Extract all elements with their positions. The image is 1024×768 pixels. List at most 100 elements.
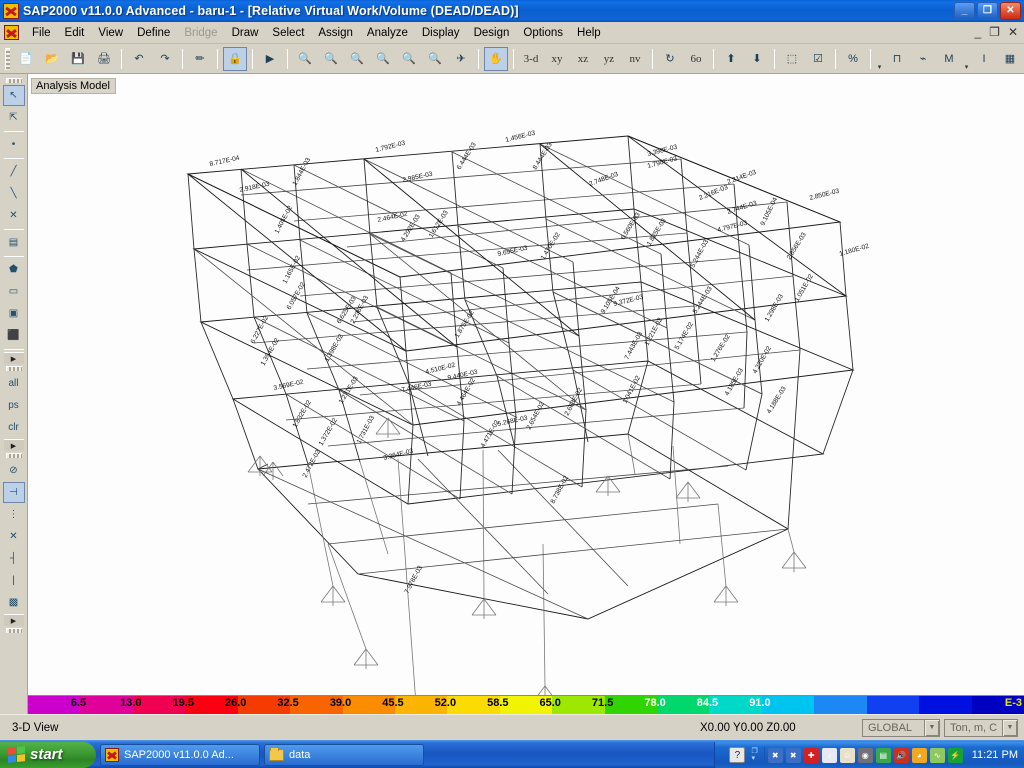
open-file-icon[interactable]: 📂: [40, 47, 64, 71]
side-toolbar-grip[interactable]: [5, 628, 22, 633]
quick-draw-area-icon[interactable]: ▣: [3, 303, 25, 324]
sunglasses-icon[interactable]: ◕: [911, 747, 927, 763]
contour-fill-icon[interactable]: ▦: [998, 47, 1022, 71]
taskbar-item-data[interactable]: data: [264, 743, 424, 766]
moment-diagram-icon[interactable]: M: [937, 47, 961, 71]
disc-icon[interactable]: ◉: [857, 747, 873, 763]
save-icon[interactable]: 💾: [66, 47, 90, 71]
snap-to-midpoint-icon[interactable]: ┤: [3, 548, 25, 569]
move-down-level-icon[interactable]: ⬇: [745, 47, 769, 71]
power-icon[interactable]: ⚡: [947, 747, 963, 763]
menu-item-file[interactable]: File: [25, 25, 58, 41]
side-toolbar-grip[interactable]: [5, 78, 22, 83]
maximize-button[interactable]: ❐: [977, 2, 998, 20]
clear-selection-label[interactable]: clr: [3, 417, 25, 438]
frame-member-force-icon[interactable]: ⊓: [885, 47, 909, 71]
mdi-close-button[interactable]: ✕: [1008, 25, 1018, 39]
mdi-minimize-button[interactable]: _: [974, 25, 981, 39]
draw-solid-icon[interactable]: ⬛: [3, 325, 25, 346]
snap-to-line-end-icon[interactable]: |: [3, 570, 25, 591]
zoom-out-one-step-icon[interactable]: 🔍: [397, 47, 421, 71]
print-icon[interactable]: 🖨: [92, 47, 116, 71]
view-xy-button[interactable]: xy: [545, 47, 569, 71]
view-nv-button[interactable]: nv: [623, 47, 647, 71]
quick-draw-brace-icon[interactable]: ✕: [3, 205, 25, 226]
side-toolbar-expander[interactable]: ▶: [3, 439, 24, 451]
text-display-icon[interactable]: I: [972, 47, 996, 71]
color-legend-bar[interactable]: 6.5 13.0 19.5 26.0 32.5 39.0 45.5 52.0 58.5 65.0 7…: [28, 695, 1024, 714]
mdi-app-icon[interactable]: [4, 25, 19, 40]
toolbar-grip[interactable]: [5, 47, 10, 70]
menu-item-draw[interactable]: Draw: [225, 25, 266, 41]
rotate-3d-view-icon[interactable]: ↻: [658, 47, 682, 71]
minimize-button[interactable]: _: [954, 2, 975, 20]
rubber-band-zoom-icon[interactable]: 🔍: [293, 47, 317, 71]
draw-joint-icon[interactable]: •: [3, 134, 25, 155]
view-xz-button[interactable]: xz: [571, 47, 595, 71]
restore-full-view-icon[interactable]: 🔍: [319, 47, 343, 71]
new-model-icon[interactable]: 📄: [14, 47, 38, 71]
move-up-level-icon[interactable]: ⬆: [719, 47, 743, 71]
model-viewport[interactable]: Analysis Model .fr { stroke:#1a1a1a; str…: [28, 74, 1024, 714]
chevron-down-icon[interactable]: ▼: [1002, 719, 1017, 736]
close-button[interactable]: ✕: [1000, 2, 1021, 20]
units-dropdown[interactable]: Ton, m, C ▼: [944, 718, 1018, 737]
scanner-icon[interactable]: ▤: [875, 747, 891, 763]
system-clock[interactable]: 11:21 PM: [972, 749, 1018, 761]
menu-item-edit[interactable]: Edit: [58, 25, 92, 41]
redo-icon[interactable]: ↷: [153, 47, 177, 71]
network-disconnected-icon[interactable]: ✖: [767, 747, 783, 763]
menu-item-analyze[interactable]: Analyze: [360, 25, 415, 41]
menu-item-options[interactable]: Options: [516, 25, 570, 41]
show-percent-icon[interactable]: %: [841, 47, 865, 71]
chevron-down-icon[interactable]: ▼: [924, 719, 939, 736]
help-icon[interactable]: ?: [729, 747, 746, 763]
pan-icon[interactable]: ✋: [484, 46, 508, 71]
view-yz-button[interactable]: yz: [597, 47, 621, 71]
undo-icon[interactable]: ↶: [127, 47, 151, 71]
side-toolbar-grip[interactable]: [5, 453, 22, 458]
menu-item-assign[interactable]: Assign: [311, 25, 360, 41]
cable-icon[interactable]: ∿: [929, 747, 945, 763]
select-all-label[interactable]: all: [3, 373, 25, 394]
select-all-icon[interactable]: ⬚: [780, 47, 804, 71]
tray-expander-icon[interactable]: ❐ ▾: [751, 748, 757, 762]
set-default-3d-view-icon[interactable]: 🔍: [423, 47, 447, 71]
menu-item-select[interactable]: Select: [265, 25, 311, 41]
toolbar-overflow-icon[interactable]: ▾: [875, 47, 884, 71]
draw-rectangular-area-icon[interactable]: ▭: [3, 281, 25, 302]
quick-draw-secondary-beam-icon[interactable]: ▤: [3, 232, 25, 253]
get-previous-selection-label[interactable]: ps: [3, 395, 25, 416]
draw-frame-cable-icon[interactable]: ╱: [3, 161, 25, 182]
taskbar-item-sap2000[interactable]: SAP2000 v11.0.0 Ad...: [100, 743, 260, 766]
menu-item-display[interactable]: Display: [415, 25, 467, 41]
volume-icon[interactable]: 🔊: [893, 747, 909, 763]
perspective-glasses-icon[interactable]: 6o: [684, 47, 708, 71]
side-toolbar-grip[interactable]: [5, 366, 22, 371]
quick-draw-frame-icon[interactable]: ╲: [3, 183, 25, 204]
run-analysis-icon[interactable]: ▶: [258, 47, 282, 71]
refresh-window-icon[interactable]: ✏: [188, 47, 212, 71]
network-disconnected-2-icon[interactable]: ✖: [785, 747, 801, 763]
start-button[interactable]: start: [0, 741, 96, 768]
menu-item-help[interactable]: Help: [570, 25, 608, 41]
deformed-shape-icon[interactable]: ⌁: [911, 47, 935, 71]
snap-to-point-icon[interactable]: ⊣: [2, 482, 25, 503]
menu-item-view[interactable]: View: [91, 25, 130, 41]
deselect-lines-icon[interactable]: ⊘: [3, 460, 25, 481]
perspective-toggle-icon[interactable]: ✈: [449, 47, 473, 71]
coordinate-system-dropdown[interactable]: GLOBAL ▼: [862, 718, 940, 737]
mdi-restore-button[interactable]: ❐: [989, 25, 1000, 39]
toolbar-overflow-icon[interactable]: ▾: [962, 47, 971, 71]
snap-to-intersection-icon[interactable]: ✕: [3, 526, 25, 547]
media-player-icon[interactable]: ♪: [821, 747, 837, 763]
zoom-in-one-step-icon[interactable]: 🔍: [371, 47, 395, 71]
pointer-select-icon[interactable]: ↖: [2, 85, 25, 106]
assign-to-group-icon[interactable]: ☑: [806, 47, 830, 71]
reshape-element-icon[interactable]: ⇱: [3, 107, 25, 128]
draw-poly-area-icon[interactable]: ⬟: [3, 259, 25, 280]
security-shield-icon[interactable]: ✚: [803, 747, 819, 763]
menu-item-define[interactable]: Define: [130, 25, 177, 41]
side-toolbar-expander[interactable]: ▶: [3, 614, 24, 626]
menu-item-design[interactable]: Design: [467, 25, 517, 41]
